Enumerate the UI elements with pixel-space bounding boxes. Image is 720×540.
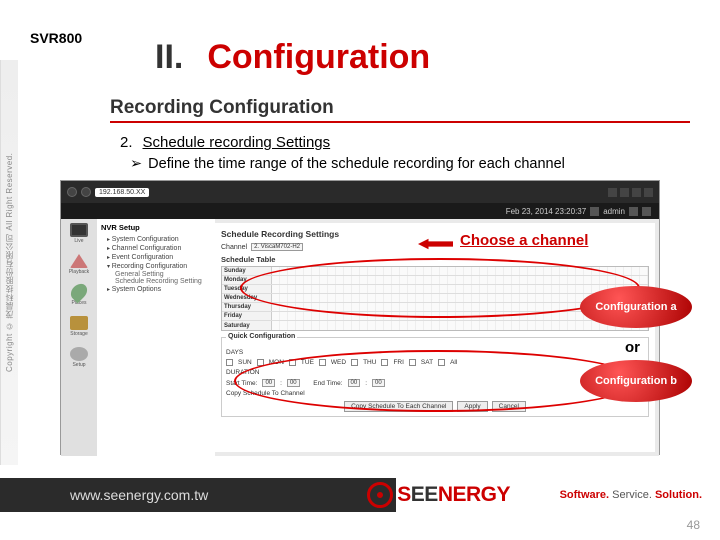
bullet-marker: ➢ (130, 156, 142, 172)
sidebar-storage[interactable]: Storage (67, 316, 91, 337)
annotation-choose-channel: Choose a channel (460, 232, 588, 249)
nav-back-icon[interactable] (67, 187, 77, 197)
model-label: SVR800 (30, 30, 82, 46)
status-user: admin (603, 207, 625, 216)
channel-select[interactable]: 2. ViscaM702-H2 (251, 243, 303, 251)
arrow-icon (418, 234, 453, 255)
days-label: DAYS (226, 349, 243, 356)
gear-icon (70, 347, 88, 361)
or-label: or (625, 339, 640, 356)
title-numeral: II. (155, 38, 183, 76)
nav-tree: NVR Setup System Configuration Channel C… (97, 219, 215, 456)
bullet-text: Define the time range of the schedule re… (148, 156, 565, 172)
day-label: Friday (222, 312, 272, 320)
tool-icon[interactable] (620, 188, 629, 197)
page-number: 48 (687, 518, 700, 532)
icon-label: Live (74, 238, 83, 244)
sidebar-playback[interactable]: Playback (67, 254, 91, 275)
step-text: Schedule recording Settings (143, 134, 331, 151)
footer-bar: www.seenergy.com.tw SEENERGY Software. S… (0, 478, 720, 512)
title-text: Configuration (207, 38, 430, 76)
sidebar-places[interactable]: Places (67, 285, 91, 306)
sidebar-live[interactable]: Live (67, 223, 91, 244)
nav-channel[interactable]: Channel Configuration (101, 244, 211, 253)
status-icon[interactable] (642, 207, 651, 216)
channel-label: Channel (221, 244, 247, 251)
nav-schedule[interactable]: Schedule Recording Setting (101, 278, 211, 285)
icon-sidebar: Live Playback Places Storage Setup (61, 219, 97, 456)
nav-general[interactable]: General Setting (101, 271, 211, 278)
sidebar-setup[interactable]: Setup (67, 347, 91, 368)
nav-event[interactable]: Event Configuration (101, 253, 211, 262)
day-label: Thursday (222, 303, 272, 311)
tool-icon[interactable] (644, 188, 653, 197)
page-title: II. Configuration (155, 38, 430, 77)
status-icon[interactable] (629, 207, 638, 216)
quick-config-label: Quick Configuration (226, 333, 297, 340)
status-date: Feb 23, 2014 23:20:37 (506, 207, 587, 216)
nav-recording[interactable]: Recording Configuration (101, 262, 211, 271)
nav-header: NVR Setup (101, 223, 211, 232)
logo-text: SEENERGY (397, 483, 510, 507)
tool-icon[interactable] (632, 188, 641, 197)
icon-label: Playback (69, 269, 89, 275)
user-icon (590, 207, 599, 216)
callout-config-b: Configuration b (580, 360, 692, 402)
nav-system[interactable]: System Configuration (101, 235, 211, 244)
step-line: 2. Schedule recording Settings (120, 134, 330, 151)
nav-fwd-icon[interactable] (81, 187, 91, 197)
arrow-icon (70, 316, 88, 330)
subtitle-underline (110, 121, 690, 123)
schedule-cells[interactable] (272, 321, 648, 330)
footer-url: www.seenergy.com.tw (70, 487, 208, 503)
callout-config-a: Configuration a (580, 286, 692, 328)
app-screenshot: 192.168.50.XX Feb 23, 2014 23:20:37 admi… (60, 180, 660, 455)
tool-icon[interactable] (608, 188, 617, 197)
icon-label: Setup (72, 362, 85, 368)
subtitle: Recording Configuration (110, 97, 334, 119)
step-number: 2. (120, 134, 133, 151)
warning-icon (70, 254, 88, 268)
day-label: Saturday (222, 321, 272, 330)
browser-toolbar: 192.168.50.XX (61, 181, 659, 203)
footer-logo: SEENERGY (367, 482, 510, 508)
tv-icon (70, 223, 88, 237)
icon-label: Storage (70, 331, 88, 337)
status-bar: Feb 23, 2014 23:20:37 admin (61, 203, 659, 219)
checkbox-sun[interactable] (226, 359, 233, 366)
tagline: Software. Service. Solution. (560, 489, 702, 501)
copyright-sidebar: Copyright © 茂晨科技股份有限公司 All Right Reserve… (0, 60, 18, 465)
app-body: Live Playback Places Storage Setup NVR S… (61, 219, 659, 456)
cb-label: SUN (238, 359, 252, 366)
bullet-line: ➢ Define the time range of the schedule r… (130, 156, 565, 172)
nav-sysopt[interactable]: System Options (101, 285, 211, 294)
address-bar[interactable]: 192.168.50.XX (95, 188, 149, 197)
logo-mark-icon (367, 482, 393, 508)
schedule-row: Saturday (222, 321, 648, 330)
